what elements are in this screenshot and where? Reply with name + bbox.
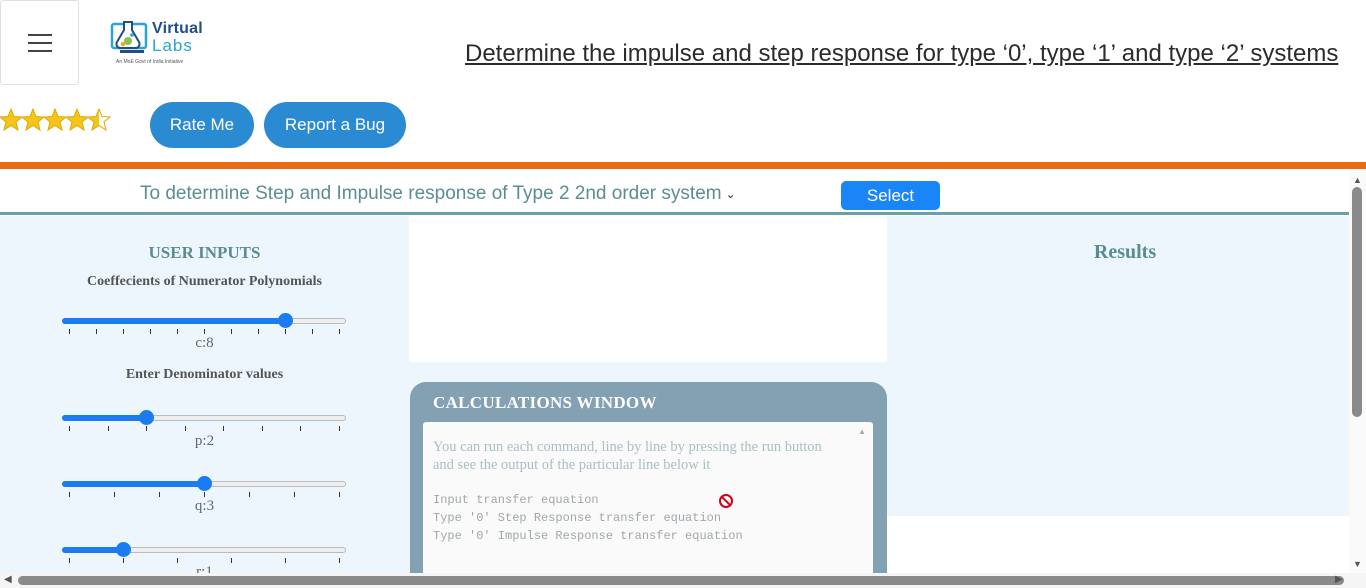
slider-tick: [312, 329, 313, 334]
slider-c-label: c:8: [195, 335, 214, 351]
star-icon: [0, 107, 24, 132]
slider-tick: [69, 426, 70, 431]
slider-p-label: p:2: [194, 433, 215, 449]
scroll-up-icon[interactable]: ▲: [858, 427, 866, 436]
report-bug-button[interactable]: Report a Bug: [264, 102, 406, 148]
experiment-dropdown-value: To determine Step and Impulse response o…: [140, 183, 722, 204]
calculations-title: CALCULATIONS WINDOW: [433, 393, 657, 412]
menu-button[interactable]: [0, 0, 79, 85]
slider-r[interactable]: [62, 540, 346, 566]
slider-tick: [258, 329, 259, 334]
experiment-dropdown[interactable]: To determine Step and Impulse response o…: [140, 183, 736, 205]
slider-tick: [339, 426, 340, 431]
slider-tick: [107, 426, 109, 431]
slider-thumb[interactable]: [139, 410, 155, 425]
selector-divider: [0, 212, 1349, 215]
slider-tick: [339, 492, 340, 497]
user-inputs-panel: USER INPUTS Coeffecients of Numerator Po…: [0, 216, 409, 573]
slider-tick: [294, 492, 295, 497]
slider-tick: [96, 329, 97, 334]
code-line: Input transfer equation: [433, 493, 599, 507]
slider-tick: [177, 329, 178, 334]
code-line: Type '0' Impulse Response transfer equat…: [433, 529, 743, 543]
slider-tick: [146, 426, 148, 431]
user-inputs-heading: USER INPUTS: [148, 243, 261, 262]
slider-q[interactable]: [62, 474, 346, 500]
slider-p[interactable]: [62, 408, 346, 434]
slider-tick: [159, 492, 160, 497]
results-heading: Results: [1093, 241, 1157, 263]
star-rating[interactable]: [0, 107, 112, 132]
slider-tick: [285, 329, 286, 334]
chevron-down-icon: ⌄: [725, 187, 736, 201]
slider-tick: [69, 558, 70, 563]
slider-tick: [261, 426, 263, 431]
scroll-left-arrow-icon[interactable]: ◀: [4, 574, 12, 585]
scroll-up-arrow-icon[interactable]: ▲: [1353, 175, 1362, 185]
slider-tick: [177, 558, 178, 563]
slider-tick: [339, 329, 340, 334]
slider-tick: [231, 329, 232, 334]
slider-tick: [150, 329, 151, 334]
half-star-icon: [86, 107, 112, 132]
vertical-scrollbar[interactable]: ▲ ▼: [1349, 169, 1366, 573]
slider-tick: [123, 329, 124, 334]
slider-thumb[interactable]: [197, 476, 212, 491]
flask-icon: [110, 21, 148, 53]
slider-q-label: q:3: [194, 498, 215, 514]
calculations-note: You can run each command, line by line b…: [433, 439, 822, 473]
slider-tick: [204, 329, 205, 334]
slider-c[interactable]: [62, 311, 346, 337]
star-icon: [42, 107, 68, 132]
slider-tick: [339, 558, 340, 563]
virtual-labs-logo[interactable]: Virtual Labs An MoE Govt of India Initia…: [108, 16, 208, 68]
header-divider: [0, 162, 1366, 169]
select-button[interactable]: Select: [841, 181, 940, 210]
slider-tick: [300, 426, 302, 431]
plot-area: [409, 216, 887, 362]
rating-stars: [0, 107, 112, 132]
slider-tick: [204, 492, 205, 497]
slider-tick: [184, 426, 186, 431]
code-line: Type '0' Step Response transfer equation: [433, 511, 722, 525]
slider-tick: [231, 558, 232, 563]
vertical-scroll-thumb[interactable]: [1352, 187, 1362, 417]
star-icon: [64, 107, 90, 132]
slider-tick: [223, 426, 225, 431]
slider-tick: [114, 492, 115, 497]
slider-r-label: r:1: [196, 564, 213, 573]
slider-thumb[interactable]: [278, 313, 293, 328]
slider-tick: [69, 329, 70, 334]
scroll-down-arrow-icon[interactable]: ▼: [1353, 559, 1362, 569]
logo-word-labs: Labs: [152, 36, 193, 55]
slider-tick: [249, 492, 250, 497]
results-panel: Results: [887, 216, 1349, 516]
scroll-right-arrow-icon[interactable]: ▶: [1335, 574, 1343, 585]
simulation-frame: To determine Step and Impulse response o…: [0, 169, 1349, 573]
slider-tick: [69, 492, 70, 497]
slider-thumb[interactable]: [116, 542, 131, 557]
experiment-title[interactable]: Determine the impulse and step response …: [465, 40, 1338, 68]
horizontal-scroll-thumb[interactable]: [18, 576, 1344, 585]
calculations-window: CALCULATIONS WINDOW ▲ You can run each c…: [410, 382, 887, 573]
logo-tagline: An MoE Govt of India Initiative: [116, 59, 184, 65]
slider-tick: [123, 558, 124, 563]
slider-tick: [285, 558, 286, 563]
calculations-output[interactable]: ▲ You can run each command, line by line…: [423, 422, 873, 573]
horizontal-scrollbar[interactable]: ◀ ▶: [0, 573, 1366, 588]
rate-me-button[interactable]: Rate Me: [150, 102, 254, 148]
star-icon: [20, 107, 46, 132]
denominator-heading: Enter Denominator values: [125, 367, 284, 382]
hamburger-icon: [27, 33, 52, 52]
numerator-heading: Coeffecients of Numerator Polynomials: [87, 274, 322, 289]
forbidden-icon: [719, 494, 733, 508]
